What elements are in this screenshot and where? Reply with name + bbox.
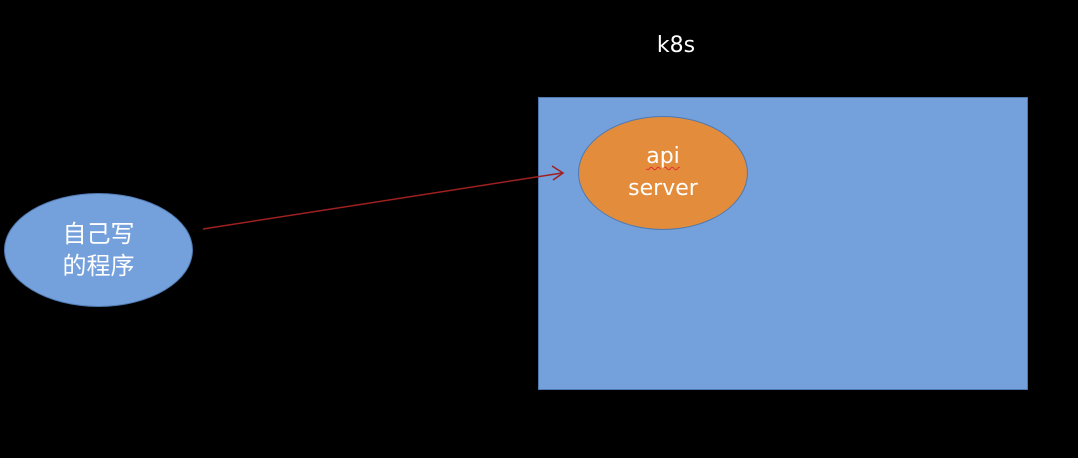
arrow-line [202, 172, 563, 230]
program-to-api-server-arrow [202, 165, 565, 230]
